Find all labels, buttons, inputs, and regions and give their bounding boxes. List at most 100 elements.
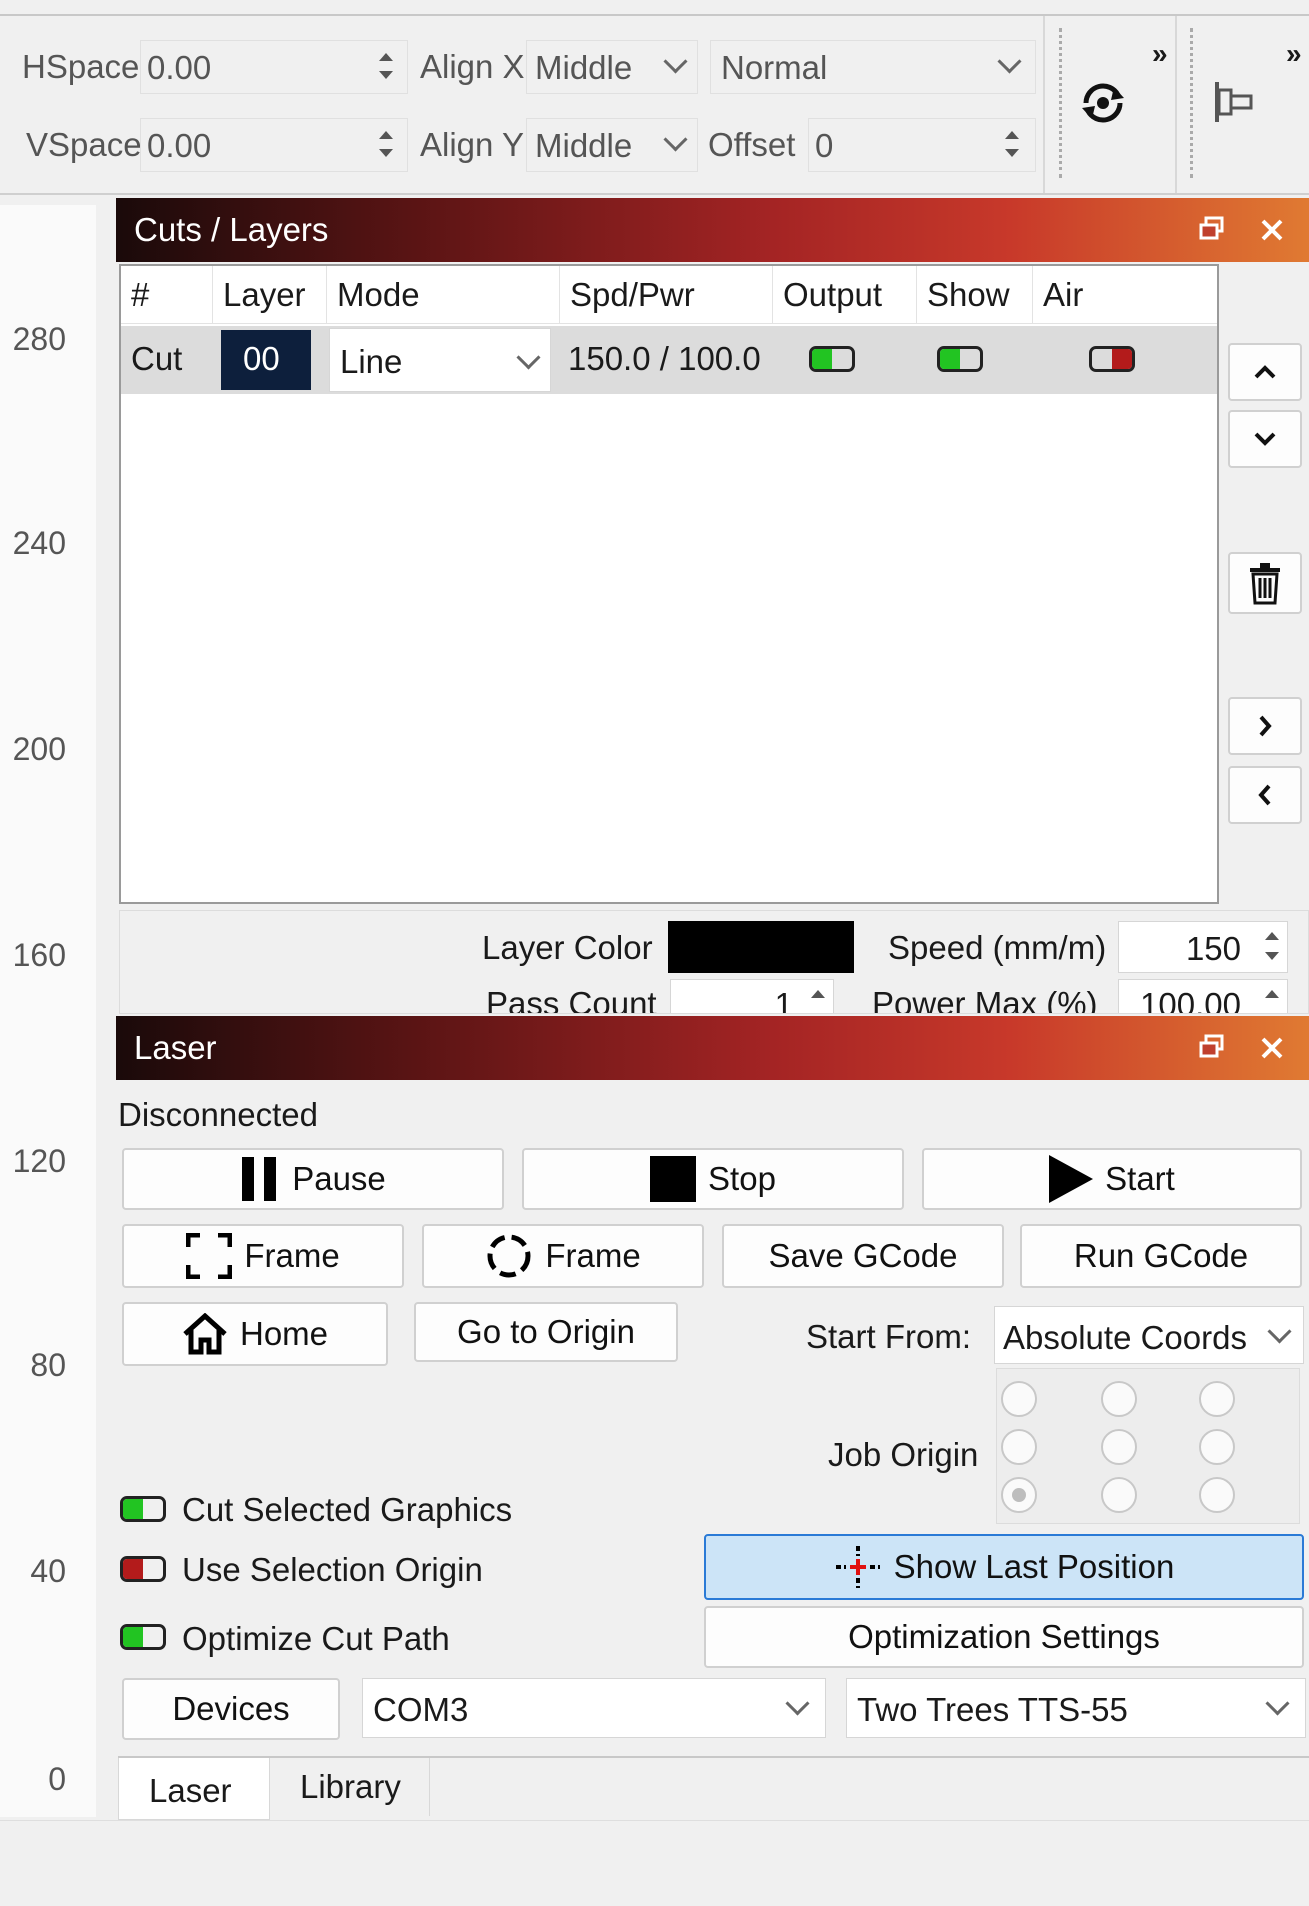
offset-input[interactable]: 0 [808, 118, 1036, 172]
column-header[interactable]: Show [917, 266, 1033, 324]
stop-label: Stop [708, 1160, 776, 1197]
origin-radio-center[interactable] [1101, 1429, 1137, 1465]
optimization-settings-button[interactable]: Optimization Settings [704, 1606, 1304, 1668]
delete-layer-button[interactable] [1228, 552, 1302, 614]
layer-color-swatch[interactable] [668, 921, 854, 973]
devices-button[interactable]: Devices [122, 1678, 340, 1740]
run-gcode-button[interactable]: Run GCode [1020, 1224, 1302, 1288]
float-window-icon[interactable] [1199, 1034, 1225, 1058]
column-header[interactable]: # [121, 266, 213, 324]
expand-button[interactable] [1228, 697, 1302, 755]
toolbar-grip[interactable] [1190, 28, 1194, 178]
tab-library[interactable]: Library [270, 1758, 430, 1816]
tab-laser-label: Laser [149, 1772, 232, 1809]
frame-label: Frame [244, 1237, 340, 1274]
mode-select[interactable]: Normal [710, 40, 1036, 94]
column-header[interactable]: Mode [327, 266, 560, 324]
device-select[interactable]: Two Trees TTS-55 [846, 1678, 1306, 1738]
speed-value: 150 [1185, 930, 1241, 967]
pass-count-input[interactable]: 1 [670, 979, 834, 1013]
alignx-select[interactable]: Middle [526, 40, 698, 94]
origin-radio-bottom-left-selected[interactable] [1001, 1477, 1037, 1513]
speed-input[interactable]: 150 [1118, 921, 1288, 973]
offset-spin-down[interactable] [1005, 149, 1019, 157]
chevron-down-icon [663, 49, 688, 74]
origin-radio-bottom-center[interactable] [1101, 1477, 1137, 1513]
vspace-value: 0.00 [147, 127, 212, 164]
chevron-right-icon [1259, 715, 1272, 737]
output-toggle[interactable] [809, 346, 855, 372]
align-left-icon[interactable] [1212, 80, 1262, 124]
float-window-icon[interactable] [1199, 216, 1225, 240]
origin-radio-middle-right[interactable] [1199, 1429, 1235, 1465]
pass-count-spin-up[interactable] [811, 990, 825, 998]
column-header[interactable]: Air [1033, 266, 1217, 324]
frame-rect-button[interactable]: Frame [122, 1224, 404, 1288]
show-last-position-button[interactable]: Show Last Position [704, 1534, 1304, 1600]
home-button[interactable]: Home [122, 1302, 388, 1366]
start-button[interactable]: Start [922, 1148, 1302, 1210]
overflow-chevron-icon[interactable]: » [1152, 38, 1168, 70]
go-to-origin-button[interactable]: Go to Origin [414, 1302, 678, 1362]
rotate-icon[interactable] [1078, 78, 1128, 128]
toolbar-separator [1175, 16, 1177, 193]
aligny-select[interactable]: Middle [526, 118, 698, 172]
frame-circle-button[interactable]: Frame [422, 1224, 704, 1288]
chevron-down-icon [1267, 1319, 1292, 1344]
origin-radio-bottom-right[interactable] [1199, 1477, 1235, 1513]
table-row[interactable]: Cut 00 Line 150.0 / 100.0 [121, 326, 1217, 394]
cuts-panel-title: Cuts / Layers [134, 211, 329, 248]
stop-button[interactable]: Stop [522, 1148, 904, 1210]
power-max-input[interactable]: 100.00 [1118, 979, 1288, 1013]
save-gcode-button[interactable]: Save GCode [722, 1224, 1004, 1288]
origin-radio-top-center[interactable] [1101, 1381, 1137, 1417]
cut-selected-label[interactable]: Cut Selected Graphics [182, 1491, 512, 1529]
row-number: Cut [131, 340, 183, 377]
chevron-down-icon [997, 49, 1022, 74]
optimize-cut-label[interactable]: Optimize Cut Path [182, 1620, 450, 1658]
hspace-spin-down[interactable] [379, 71, 393, 79]
hspace-input[interactable]: 0.00 [140, 40, 408, 94]
hspace-value: 0.00 [147, 49, 212, 86]
ruler-tick: 0 [48, 1761, 66, 1797]
power-max-spin-up[interactable] [1265, 990, 1279, 998]
pause-button[interactable]: Pause [122, 1148, 504, 1210]
column-header[interactable]: Spd/Pwr [560, 266, 773, 324]
column-header[interactable]: Layer [213, 266, 327, 324]
show-toggle[interactable] [937, 346, 983, 372]
cuts-panel-titlebar[interactable]: Cuts / Layers [116, 198, 1309, 262]
origin-radio-top-right[interactable] [1199, 1381, 1235, 1417]
overflow-chevron-icon[interactable]: » [1286, 38, 1302, 70]
close-icon[interactable] [1260, 218, 1284, 242]
vspace-spin-down[interactable] [379, 149, 393, 157]
use-selection-origin-label[interactable]: Use Selection Origin [182, 1551, 483, 1589]
close-icon[interactable] [1260, 1036, 1284, 1060]
origin-radio-middle-left[interactable] [1001, 1429, 1037, 1465]
move-down-button[interactable] [1228, 410, 1302, 468]
show-last-position-label: Show Last Position [893, 1548, 1175, 1585]
speed-spin-up[interactable] [1265, 932, 1279, 940]
toolbar-grip[interactable] [1059, 28, 1063, 178]
vspace-input[interactable]: 0.00 [140, 118, 408, 172]
air-toggle[interactable] [1089, 346, 1135, 372]
start-from-select[interactable]: Absolute Coords [994, 1306, 1304, 1364]
port-select[interactable]: COM3 [362, 1678, 826, 1738]
layer-settings: Layer Color Speed (mm/m) 150 Pass Count … [119, 910, 1309, 1014]
vspace-spin-up[interactable] [379, 131, 393, 139]
use-selection-origin-toggle[interactable] [120, 1556, 166, 1582]
laser-panel-title: Laser [134, 1029, 217, 1066]
hspace-spin-up[interactable] [379, 53, 393, 61]
speed-spin-down[interactable] [1265, 952, 1279, 960]
layer-swatch[interactable]: 00 [221, 330, 311, 390]
column-header[interactable]: Output [773, 266, 917, 324]
tab-laser[interactable]: Laser [118, 1758, 270, 1820]
mode-select[interactable]: Line [329, 328, 551, 392]
laser-panel-titlebar[interactable]: Laser [116, 1016, 1309, 1080]
collapse-button[interactable] [1228, 766, 1302, 824]
layer-color-label: Layer Color [482, 929, 653, 966]
cut-selected-toggle[interactable] [120, 1496, 166, 1522]
optimize-cut-toggle[interactable] [120, 1624, 166, 1650]
offset-spin-up[interactable] [1005, 131, 1019, 139]
move-up-button[interactable] [1228, 343, 1302, 401]
origin-radio-top-left[interactable] [1001, 1381, 1037, 1417]
